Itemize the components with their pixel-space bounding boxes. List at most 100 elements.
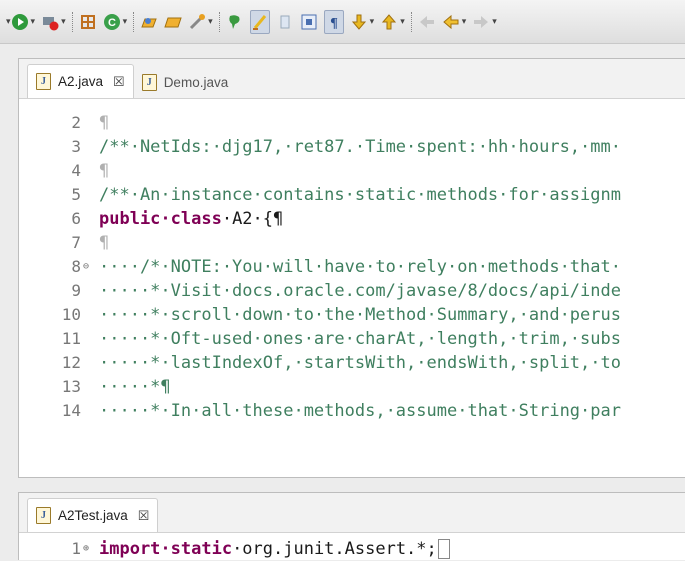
line-number: 8 [71,257,81,276]
mark-occurrences-toggle[interactable] [249,9,270,34]
line-text: /**·An·instance·contains·static·methods·… [99,185,621,205]
line-number: 1 [71,539,81,558]
toggle-block-button[interactable] [276,11,294,33]
code-editor[interactable]: 2 ¶ 3/**·NetIds:·djg17,·ret87.·Time·spent… [19,111,685,423]
dropdown-icon[interactable]: ▾ [31,16,36,27]
line-number: 3 [71,137,81,156]
forward-icon [472,13,490,31]
code-editor[interactable]: 1 ⊕ import·static·org.junit.Assert.*; [19,537,685,561]
line-number: 4 [71,161,81,180]
editor-bottom: J A2Test.java ☒ 1 ⊕ import·static·org.juni… [18,492,685,560]
line-number: 6 [71,209,81,228]
dropdown-icon[interactable]: ▾ [370,16,375,27]
line-text: ·····*·scroll·down·to·the·Method·Summary… [99,305,621,325]
editor-tab-bar: J A2Test.java ☒ [19,493,685,533]
line-text: ·····*·Visit·docs.oracle.com/javase/8/do… [99,281,621,301]
external-tools-icon [79,13,97,31]
editor-tab-bar: J A2.java ☒ J Demo.java [19,59,685,99]
new-class-button[interactable] [79,11,97,33]
tab-label: Demo.java [163,74,229,90]
java-file-icon: J [36,73,51,90]
toggle-block-icon [276,13,294,31]
run-button[interactable]: ▾ [41,11,66,33]
dropdown-icon[interactable]: ▾ [400,16,405,27]
line-number: 14 [61,401,81,420]
fold-icon[interactable]: ⊖ [83,255,89,279]
line-text: ·····*·In·all·these·methods,·assume·that… [99,401,621,421]
dropdown-icon[interactable]: ▾ [492,16,497,27]
line-number: 9 [71,281,81,300]
debug-button[interactable]: ▾ ▾ [4,11,35,33]
search-icon [188,13,206,31]
dropdown-icon[interactable]: ▾ [462,16,467,27]
show-whitespace-icon: ¶ [325,13,343,31]
dropdown-icon[interactable]: ▾ [208,16,213,27]
annotation-icon [226,13,244,31]
tab-a2-java[interactable]: J A2.java ☒ [27,64,134,98]
line-text: ¶ [99,113,110,133]
highlight-icon [251,13,269,31]
keyword: public·class [99,209,222,229]
line-text: ·····*¶ [99,377,171,397]
line-number: 5 [71,185,81,204]
tab-label: A2.java [58,74,104,89]
line-text: public·class·A2·{¶ [99,207,283,231]
code-rest: ·A2·{¶ [221,209,284,229]
run-icon [41,13,59,31]
line-text: ¶ [99,161,110,181]
tab-label: A2Test.java [58,508,128,523]
code-line: 11 ·····*·Oft-used·ones·are·charAt,·lengt… [19,327,685,351]
line-text: ·····*·lastIndexOf,·startsWith,·endsWith… [99,353,621,373]
keyword: import·static [99,539,233,559]
search-button[interactable]: ▾ [188,11,213,33]
line-number: 11 [61,329,81,348]
tab-a2test-java[interactable]: J A2Test.java ☒ [27,498,159,532]
line-number: 12 [61,353,81,372]
close-icon[interactable]: ☒ [138,508,150,524]
previous-annotation-icon [380,13,398,31]
dropdown-icon[interactable]: ▾ [123,16,128,27]
run-debug-icon [11,13,29,31]
svg-text:C: C [108,17,116,29]
back-icon [418,13,436,31]
svg-text:¶: ¶ [330,16,338,31]
back-button[interactable]: ▾ [442,11,467,33]
code-line: 9 ·····*·Visit·docs.oracle.com/javase/8/d… [19,279,685,303]
toolbar-separator [71,11,74,32]
code-line: 12 ·····*·lastIndexOf,·startsWith,·endsWi… [19,351,685,375]
forward-button[interactable]: ▾ [472,11,497,33]
line-number: 7 [71,233,81,252]
code-line: 5 /**·An·instance·contains·static·methods… [19,183,685,207]
java-file-icon: J [36,507,51,524]
coverage-button[interactable]: C ▾ [103,11,128,33]
next-annotation-button[interactable]: ▾ [350,11,375,33]
show-whitespace-icon [300,13,318,31]
line-text: ¶ [99,233,110,253]
text-cursor [437,539,450,559]
tab-demo-java[interactable]: J Demo.java [134,66,237,98]
close-icon[interactable]: ☒ [113,74,125,90]
code-line: 7 ¶ [19,231,685,255]
previous-annotation-button[interactable]: ▾ [380,11,405,33]
dropdown-icon[interactable]: ▾ [61,16,66,27]
code-line: 6 public·class·A2·{¶ [19,207,685,231]
line-text: import·static·org.junit.Assert.*; [99,537,450,561]
show-whitespace-toggle[interactable]: ¶ [323,9,344,34]
open-task-button[interactable] [164,11,182,33]
code-line: 8 ⊖ ····/*·NOTE:·You·will·have·to·rely·on·… [19,255,685,279]
toolbar-separator [133,11,135,32]
code-line: 13 ·····*¶ [19,375,685,399]
fold-icon[interactable]: ⊕ [83,537,89,561]
line-text: ·····*·Oft-used·ones·are·charAt,·length,… [99,329,621,349]
next-annotation-icon [350,13,368,31]
main-toolbar: ▾ ▾ ▾ C ▾ ▾ ¶ ▾ ▾ ▾ ▾ [0,0,685,44]
open-type-button[interactable] [140,11,158,33]
last-edit-button[interactable] [418,11,436,33]
toolbar-separator [410,11,413,32]
code-line: 1 ⊕ import·static·org.junit.Assert.*; [19,537,685,561]
line-number: 10 [61,305,81,324]
back-icon [442,13,460,31]
block-selection-button[interactable] [300,11,318,33]
annotation-button[interactable] [226,11,244,33]
code-line: 2 ¶ [19,111,685,135]
